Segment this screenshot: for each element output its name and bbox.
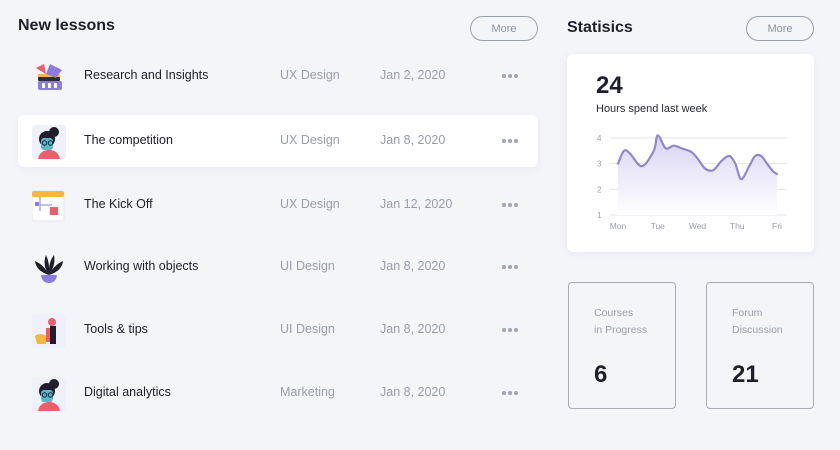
lesson-row-objects[interactable]: Working with objects UI Design Jan 8, 20… (18, 241, 538, 293)
lesson-date: Jan 2, 2020 (380, 68, 446, 82)
lesson-category: UX Design (280, 68, 340, 82)
more-options-icon[interactable] (502, 324, 518, 336)
person-avatar-icon (32, 377, 66, 411)
more-options-icon[interactable] (502, 70, 518, 82)
forum-card[interactable]: Forum Discussion 21 (706, 282, 814, 409)
lesson-category: UX Design (280, 133, 340, 147)
x-tick-label: Thu (730, 221, 745, 231)
forum-label: Forum Discussion (732, 305, 822, 339)
forum-label-line2: Discussion (732, 324, 783, 336)
courses-card[interactable]: Courses in Progress 6 (568, 282, 676, 409)
research-illustration-icon (32, 60, 66, 94)
lesson-row-kickoff[interactable]: The Kick Off UX Design Jan 12, 2020 (18, 179, 538, 231)
lesson-category: UI Design (280, 322, 335, 336)
forum-label-line1: Forum (732, 307, 763, 319)
plant-icon (32, 251, 66, 285)
y-tick-label: 3 (597, 160, 602, 169)
x-tick-label: Fri (772, 221, 782, 231)
lesson-title: Tools & tips (84, 322, 148, 336)
lesson-date: Jan 8, 2020 (380, 259, 446, 273)
hours-card: 24 Hours spend last week 1 2 3 4 Mon Tue Wed Th… (567, 54, 814, 252)
x-tick-label: Tue (651, 221, 666, 231)
stats-title: Statisics (567, 19, 633, 36)
lesson-row-analytics[interactable]: Digital analytics Marketing Jan 8, 2020 (18, 367, 538, 419)
hours-line-chart: 1 2 3 4 Mon Tue Wed Thu Fri (597, 134, 787, 231)
lesson-date: Jan 8, 2020 (380, 133, 446, 147)
more-options-icon[interactable] (502, 261, 518, 273)
lesson-title: Research and Insights (84, 68, 209, 82)
more-options-icon[interactable] (502, 387, 518, 399)
x-tick-label: Mon (610, 221, 627, 231)
lessons-more-button[interactable]: More (470, 16, 538, 41)
lesson-title: The Kick Off (84, 197, 153, 211)
courses-label-line2: in Progress (594, 324, 648, 336)
lesson-date: Jan 8, 2020 (380, 322, 446, 336)
lessons-title: New lessons (18, 17, 115, 34)
more-options-icon[interactable] (502, 199, 518, 211)
forum-value: 21 (732, 361, 759, 388)
x-tick-label: Wed (689, 221, 707, 231)
stats-more-button[interactable]: More (746, 16, 814, 41)
lesson-title: Working with objects (84, 259, 199, 273)
lesson-title: The competition (84, 133, 173, 147)
lesson-category: UX Design (280, 197, 340, 211)
person-avatar-icon (32, 125, 66, 159)
courses-value: 6 (594, 361, 608, 388)
courses-label: Courses in Progress (594, 305, 684, 339)
lesson-category: UI Design (280, 259, 335, 273)
lesson-date: Jan 8, 2020 (380, 385, 446, 399)
flowchart-icon (31, 189, 66, 223)
lesson-row-competition[interactable]: The competition UX Design Jan 8, 2020 (18, 115, 538, 167)
lesson-title: Digital analytics (84, 385, 171, 399)
lesson-row-tools[interactable]: Tools & tips UI Design Jan 8, 2020 (18, 304, 538, 356)
lesson-date: Jan 12, 2020 (380, 197, 453, 211)
y-tick-label: 1 (597, 211, 602, 220)
tools-illustration-icon (32, 314, 66, 348)
y-tick-label: 2 (597, 185, 602, 194)
lesson-category: Marketing (280, 385, 335, 399)
more-options-icon[interactable] (502, 135, 518, 147)
y-tick-label: 4 (597, 134, 602, 143)
lesson-row-research[interactable]: Research and Insights UX Design Jan 2, 2… (18, 50, 538, 102)
courses-label-line1: Courses (594, 307, 634, 319)
series-area (618, 135, 777, 215)
